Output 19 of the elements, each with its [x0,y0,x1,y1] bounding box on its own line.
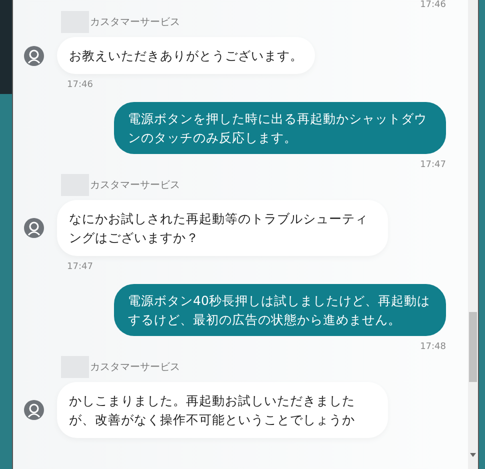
message-bubble: かしこまりました。再起動お試しいただきましたが、改善がなく操作不可能ということでしょうか [57,382,388,438]
message-time: 17:46 [67,80,94,90]
message-bubble: 電源ボタン40秒長押しは試しましたけど、再起動はするけど、最初の広告の状態から進めません。 [114,284,446,336]
sender-name: カスタマーサービス [90,16,180,29]
scrollbar[interactable] [468,0,478,469]
scroll-down-icon[interactable] [470,453,476,457]
sender-name: カスタマーサービス [90,179,180,192]
message-time: 17:46 [420,0,446,11]
scrollbar-thumb[interactable] [469,312,477,382]
sender-name: カスタマーサービス [90,361,180,374]
message-time: 17:47 [67,262,94,272]
avatar-icon [24,46,44,66]
message-time: 17:47 [420,160,446,170]
message-bubble: 電源ボタンを押した時に出る再起動かシャットダウンのタッチのみ反応します。 [114,102,446,154]
message-time: 17:48 [420,342,446,352]
avatar-icon [24,400,44,420]
message-bubble: なにかお試しされた再起動等のトラブルシューティングはございますか？ [57,200,388,256]
message-bubble: お教えいただきありがとうございます。 [57,37,315,74]
avatar-icon [24,218,44,238]
